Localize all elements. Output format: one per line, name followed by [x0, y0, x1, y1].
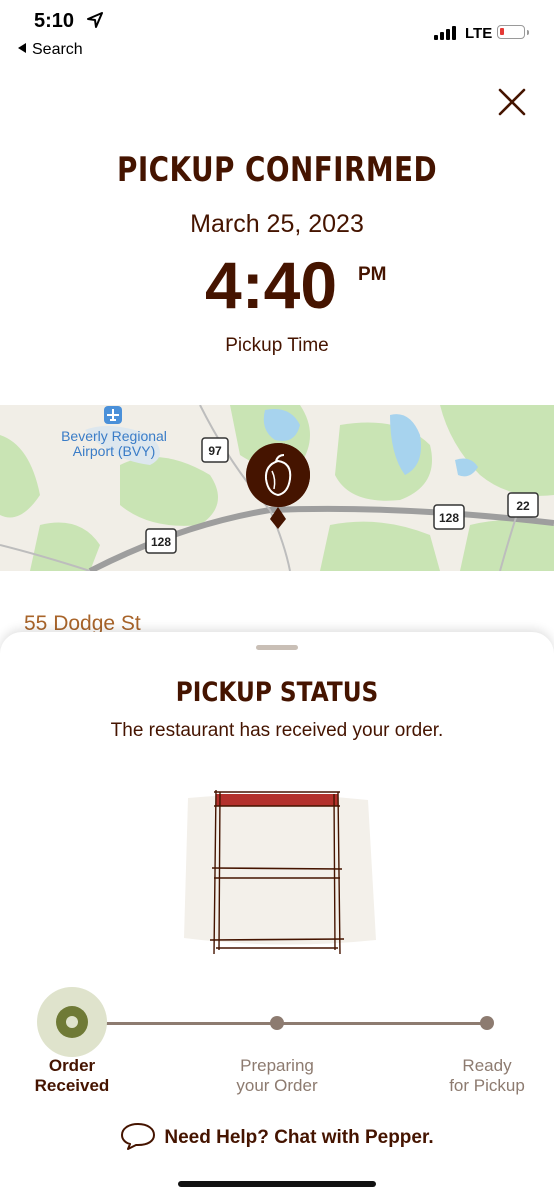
svg-text:97: 97	[208, 444, 222, 458]
step-ready-dot	[480, 1016, 494, 1030]
order-bag-illustration	[184, 790, 376, 955]
signal-icon	[434, 26, 456, 40]
pickup-status-sheet: PICKUP STATUS The restaurant has receive…	[0, 632, 554, 1200]
route-shield: 22	[507, 492, 539, 518]
close-icon[interactable]	[496, 86, 528, 118]
pickup-date: March 25, 2023	[190, 210, 364, 238]
airport-icon	[104, 406, 122, 424]
route-shield: 97	[201, 437, 229, 463]
airport-label-line1: Beverly Regional	[61, 428, 167, 444]
home-indicator[interactable]	[178, 1181, 376, 1187]
chat-bubble-icon	[121, 1123, 156, 1150]
sheet-grabber[interactable]	[256, 645, 298, 650]
back-label: Search	[32, 41, 83, 58]
status-time: 5:10	[34, 10, 75, 32]
airport-label-line2: Airport (BVY)	[73, 443, 155, 459]
location-arrow-icon	[87, 12, 103, 28]
svg-text:128: 128	[151, 535, 171, 549]
route-shield: 128	[145, 528, 177, 554]
pickup-status-message: The restaurant has received your order.	[110, 720, 444, 741]
battery-icon	[497, 25, 529, 39]
route-shield: 128	[433, 504, 465, 530]
pickup-time: 4:40	[205, 248, 338, 322]
step-preparing-dot	[270, 1016, 284, 1030]
pickup-time-label: Pickup Time	[225, 335, 329, 356]
page-title: PICKUP CONFIRMED	[116, 150, 438, 190]
step-preparing-label: Preparing your Order	[236, 1056, 318, 1095]
step-order-received-dot	[56, 1006, 88, 1038]
help-row[interactable]: Need Help? Chat with Pepper.	[0, 1122, 554, 1150]
pickup-progress-tracker: Order Received Preparing your Order Ready f…	[0, 984, 554, 1095]
carrier-label: LTE	[465, 25, 493, 42]
chat-with-pepper-link[interactable]: Chat with Pepper.	[274, 1127, 433, 1148]
svg-text:128: 128	[439, 511, 459, 525]
map[interactable]: Beverly Regional Airport (BVY) 97 128 12…	[0, 405, 554, 571]
help-question: Need Help?	[164, 1127, 269, 1148]
back-arrow-icon	[18, 43, 26, 53]
step-ready-label: Ready for Pickup	[449, 1056, 525, 1095]
pickup-ampm: PM	[358, 264, 387, 285]
back-to-search-button[interactable]: Search	[18, 41, 83, 59]
pickup-status-title: PICKUP STATUS	[175, 677, 379, 708]
step-order-received-label: Order Received	[34, 1056, 110, 1095]
svg-text:22: 22	[516, 499, 530, 513]
